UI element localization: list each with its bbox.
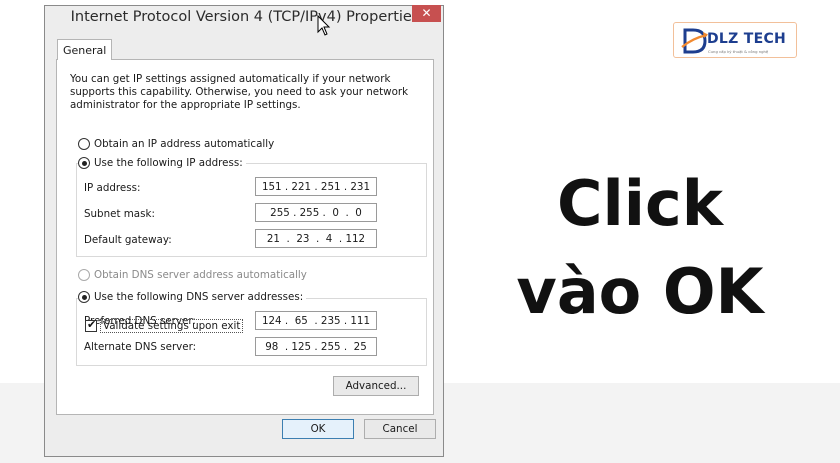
tab-general[interactable]: General (57, 39, 112, 60)
ip-manual-option[interactable]: Use the following IP address: (78, 157, 246, 169)
default-gateway-label: Default gateway: (84, 234, 172, 246)
logo-text: DLZ TECH (707, 31, 787, 47)
dlz-logo-icon (681, 28, 708, 54)
dns-auto-label: Obtain DNS server address automatically (94, 269, 307, 281)
validate-settings-option[interactable]: Validate settings upon exit (85, 318, 244, 333)
caption-line-1: Click (557, 167, 723, 240)
dns-auto-radio[interactable] (78, 269, 90, 281)
validate-label: Validate settings upon exit (100, 319, 244, 333)
advanced-button[interactable]: Advanced... (333, 376, 419, 396)
dns-auto-option[interactable]: Obtain DNS server address automatically (78, 269, 307, 281)
intro-text: You can get IP settings assigned automat… (70, 73, 409, 111)
alternate-dns-label: Alternate DNS server: (84, 341, 197, 353)
dns-manual-radio[interactable] (78, 291, 90, 303)
ip-auto-label: Obtain an IP address automatically (94, 138, 275, 150)
ip-manual-radio[interactable] (78, 157, 90, 169)
ip-address-group: IP address: 151 . 221 . 251 . 231 Subnet… (76, 163, 427, 257)
ip-manual-label: Use the following IP address: (94, 157, 243, 169)
ip-address-label: IP address: (84, 182, 141, 194)
dlz-tech-logo: DLZ TECH Cung cấp kỹ thuật & công nghệ (673, 22, 797, 58)
general-tab-panel: You can get IP settings assigned automat… (56, 59, 434, 415)
alternate-dns-input[interactable]: 98 . 125 . 255 . 25 (255, 337, 377, 356)
caption-line-2: vào OK (516, 255, 764, 328)
instruction-caption: Click vào OK (480, 160, 800, 336)
close-button[interactable]: ✕ (412, 5, 441, 22)
logo-tagline: Cung cấp kỹ thuật & công nghệ (708, 49, 769, 54)
ok-button[interactable]: OK (282, 419, 354, 439)
default-gateway-input[interactable]: 21 . 23 . 4 . 112 (255, 229, 377, 248)
preferred-dns-input[interactable]: 124 . 65 . 235 . 111 (255, 311, 377, 330)
subnet-mask-input[interactable]: 255 . 255 . 0 . 0 (255, 203, 377, 222)
mouse-cursor-icon (317, 15, 331, 36)
dialog-title: Internet Protocol Version 4 (TCP/IPv4) P… (70, 9, 420, 25)
ipv4-properties-dialog: Internet Protocol Version 4 (TCP/IPv4) P… (44, 5, 444, 457)
dns-manual-option[interactable]: Use the following DNS server addresses: (78, 291, 307, 303)
ip-auto-radio[interactable] (78, 138, 90, 150)
ip-address-input[interactable]: 151 . 221 . 251 . 231 (255, 177, 377, 196)
validate-checkbox[interactable] (85, 318, 97, 332)
subnet-mask-label: Subnet mask: (84, 208, 155, 220)
title-bar[interactable]: Internet Protocol Version 4 (TCP/IPv4) P… (45, 5, 443, 31)
ip-auto-option[interactable]: Obtain an IP address automatically (78, 138, 274, 150)
cancel-button[interactable]: Cancel (364, 419, 436, 439)
dns-manual-label: Use the following DNS server addresses: (94, 291, 304, 303)
